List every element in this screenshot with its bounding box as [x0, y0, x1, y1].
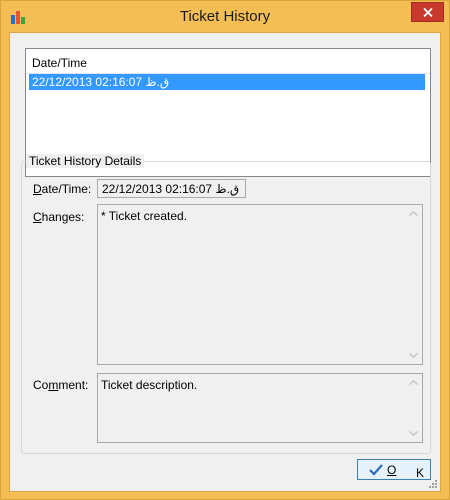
- title-bar[interactable]: Ticket History: [1, 1, 449, 32]
- ok-label-hotkey: O: [387, 463, 397, 477]
- date-time-value: 22/12/2013 02:16:07 ق.ظ: [102, 182, 240, 196]
- comment-textarea[interactable]: Ticket description.: [97, 373, 423, 443]
- changes-scrollbar[interactable]: [405, 205, 422, 364]
- date-time-label: Date/Time:: [33, 182, 91, 196]
- chevron-up-icon[interactable]: [409, 211, 418, 216]
- comment-label: Comment:: [33, 378, 88, 392]
- group-title: Ticket History Details: [26, 154, 145, 168]
- comment-scrollbar[interactable]: [405, 374, 422, 442]
- chevron-down-icon[interactable]: [409, 353, 418, 358]
- changes-label-text: hanges:: [41, 210, 85, 224]
- history-list-row[interactable]: 22/12/2013 02:16:07 ق.ظ: [29, 74, 425, 90]
- changes-textarea[interactable]: * Ticket created.: [97, 204, 423, 365]
- checkmark-icon: [369, 464, 383, 476]
- comment-label-pre: Co: [33, 378, 49, 392]
- ok-button[interactable]: OK: [357, 459, 431, 480]
- changes-value: * Ticket created.: [101, 209, 188, 223]
- date-time-field[interactable]: 22/12/2013 02:16:07 ق.ظ: [97, 179, 246, 198]
- ticket-history-window: Ticket History Date/Time 22/12/2013 02:1…: [0, 0, 450, 500]
- date-label-hotkey: D: [33, 182, 42, 196]
- changes-label-hotkey: C: [33, 210, 42, 224]
- close-icon: [423, 8, 433, 17]
- ok-label-text: K: [416, 466, 425, 480]
- comment-value: Ticket description.: [101, 378, 198, 392]
- history-row-datetime: 22/12/2013 02:16:07 ق.ظ: [32, 75, 170, 89]
- column-header-datetime[interactable]: Date/Time: [26, 49, 430, 74]
- chevron-down-icon[interactable]: [409, 431, 418, 436]
- close-button[interactable]: [411, 2, 444, 22]
- chevron-up-icon[interactable]: [409, 380, 418, 385]
- changes-label: Changes:: [33, 210, 84, 224]
- window-title: Ticket History: [179, 8, 271, 25]
- comment-label-hotkey: m: [48, 378, 59, 392]
- date-label-text: ate/Time:: [41, 182, 92, 196]
- comment-label-text: ment:: [58, 378, 89, 392]
- resize-grip-icon[interactable]: [428, 479, 438, 489]
- dialog-client-area: Date/Time 22/12/2013 02:16:07 ق.ظ Ticket…: [9, 32, 441, 492]
- ok-button-label: OK: [387, 463, 424, 480]
- column-header-label: Date/Time: [32, 56, 87, 70]
